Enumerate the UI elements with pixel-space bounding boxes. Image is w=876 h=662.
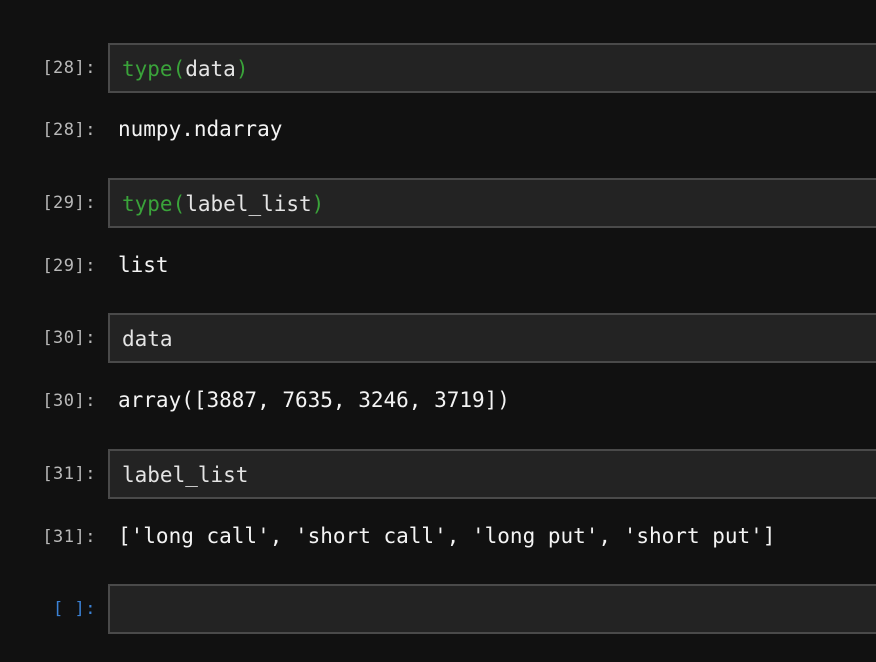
code-paren-close: ) [235, 57, 249, 81]
code-cell[interactable]: type(data) [108, 43, 876, 93]
code-paren-close: ) [311, 192, 325, 216]
input-prompt: [31]: [42, 464, 96, 484]
code-text: label_list [122, 463, 249, 487]
code-cell[interactable]: type(label_list) [108, 178, 876, 228]
code-argument: label_list [185, 192, 312, 216]
cell-output: array([3887, 7635, 3246, 3719]) [118, 388, 510, 412]
code-paren-open: ( [172, 192, 186, 216]
code-text: data [122, 327, 173, 351]
empty-input-prompt: [ ]: [53, 599, 96, 619]
input-prompt: [28]: [42, 58, 96, 78]
output-prompt: [31]: [42, 527, 96, 547]
output-prompt: [30]: [42, 391, 96, 411]
cell-output: list [118, 253, 169, 277]
empty-code-cell[interactable] [108, 584, 876, 634]
code-function: type [122, 192, 173, 216]
code-argument: data [185, 57, 236, 81]
cell-output: numpy.ndarray [118, 117, 283, 141]
code-cell[interactable]: label_list [108, 449, 876, 499]
output-prompt: [28]: [42, 120, 96, 140]
cell-output: ['long call', 'short call', 'long put', … [118, 524, 776, 548]
code-cell[interactable]: data [108, 313, 876, 363]
output-prompt: [29]: [42, 256, 96, 276]
input-prompt: [29]: [42, 193, 96, 213]
code-text: type(label_list) [122, 192, 324, 216]
code-paren-open: ( [172, 57, 186, 81]
input-prompt: [30]: [42, 328, 96, 348]
code-text: type(data) [122, 57, 248, 81]
code-function: type [122, 57, 173, 81]
